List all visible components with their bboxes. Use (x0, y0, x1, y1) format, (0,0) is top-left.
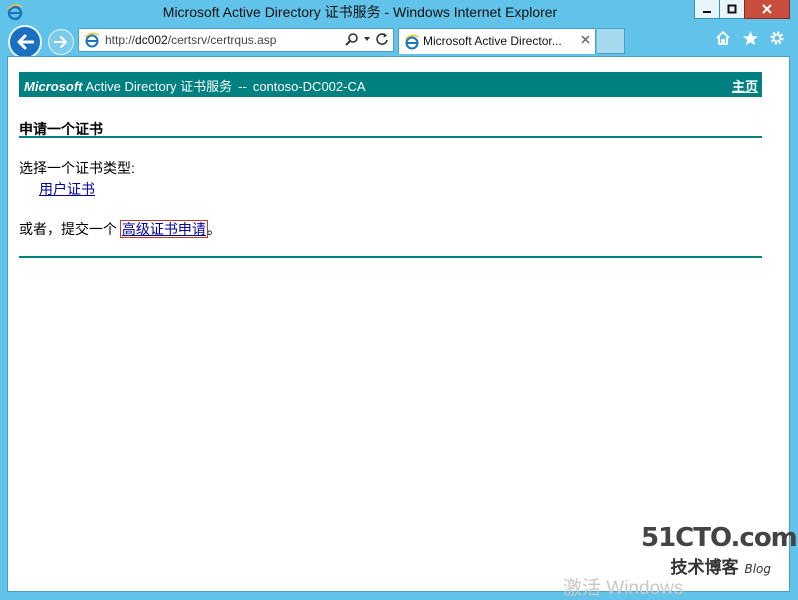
divider-top (19, 136, 762, 138)
gear-icon (770, 31, 784, 45)
service-title: Active Directory 证书服务 (85, 79, 233, 94)
cert-services-header: Microsoft Active Directory 证书服务 -- contoso-… (19, 72, 762, 97)
minimize-button[interactable] (694, 0, 720, 19)
activate-windows-notice: 激活 Windows (563, 578, 684, 599)
advanced-certificate-request-link[interactable]: 高级证书申请 (119, 220, 208, 238)
header-title: Microsoft Active Directory 证书服务 -- contoso-… (24, 76, 366, 95)
maximize-icon (727, 4, 737, 14)
header-separator: -- (238, 79, 247, 94)
arrow-right-icon (54, 36, 67, 48)
address-tools (345, 32, 389, 46)
star-icon (742, 30, 758, 45)
favorites-button[interactable] (741, 29, 759, 47)
brand-name: Microsoft (24, 79, 83, 94)
ie-tab-icon (405, 34, 419, 50)
arrow-left-icon (17, 34, 34, 50)
settings-button[interactable] (768, 29, 786, 47)
search-icon[interactable] (345, 32, 359, 46)
minimize-icon (703, 11, 711, 13)
home-link[interactable]: 主页 (732, 76, 758, 95)
watermark-blog: Blog (744, 562, 771, 576)
home-icon (716, 31, 730, 45)
page-content: Microsoft Active Directory 证书服务 -- contoso-… (7, 56, 798, 599)
browser-tab[interactable]: Microsoft Active Director... (398, 28, 596, 54)
ie-page-icon (85, 32, 99, 48)
cert-type-prompt: 选择一个证书类型: (19, 160, 135, 176)
tab-label: Microsoft Active Director... (423, 34, 562, 48)
tab-close-button[interactable] (581, 33, 590, 48)
back-button[interactable] (8, 25, 42, 59)
close-tab-icon (581, 35, 590, 44)
address-bar[interactable]: http://dc002/certsrv/certrqus.asp (78, 28, 394, 52)
new-tab-button[interactable] (597, 28, 625, 54)
navigation-bar: http://dc002/certsrv/certrqus.asp Micros… (0, 24, 798, 59)
maximize-button[interactable] (719, 0, 745, 19)
home-button[interactable] (714, 29, 732, 47)
period-text: 。 (206, 221, 221, 237)
window-title: Microsoft Active Directory 证书服务 - Window… (162, 4, 558, 20)
url-text[interactable]: http://dc002/certsrv/certrqus.asp (105, 33, 276, 47)
url-host: dc002 (135, 33, 168, 47)
divider-bottom (19, 256, 762, 258)
refresh-icon[interactable] (375, 32, 389, 46)
user-certificate-link[interactable]: 用户证书 (39, 179, 95, 199)
dropdown-icon[interactable] (363, 35, 371, 43)
url-prefix: http:// (105, 33, 136, 47)
or-text: 或者，提交一个 (19, 221, 117, 237)
site-watermark: 51CTO.com 技术博客 Blog (641, 523, 798, 578)
watermark-logo: 51CTO.com (641, 523, 798, 553)
title-bar: Microsoft Active Directory 证书服务 - Window… (0, 0, 798, 24)
ca-name: contoso-DC002-CA (252, 79, 366, 94)
advanced-request-line: 或者，提交一个 高级证书申请。 (19, 219, 221, 239)
browser-tools (714, 29, 786, 47)
window-controls (694, 0, 790, 20)
close-window-button[interactable] (744, 0, 790, 19)
url-path: /certsrv/certrqus.asp (167, 33, 277, 47)
forward-button[interactable] (48, 29, 74, 55)
close-icon (762, 4, 772, 14)
